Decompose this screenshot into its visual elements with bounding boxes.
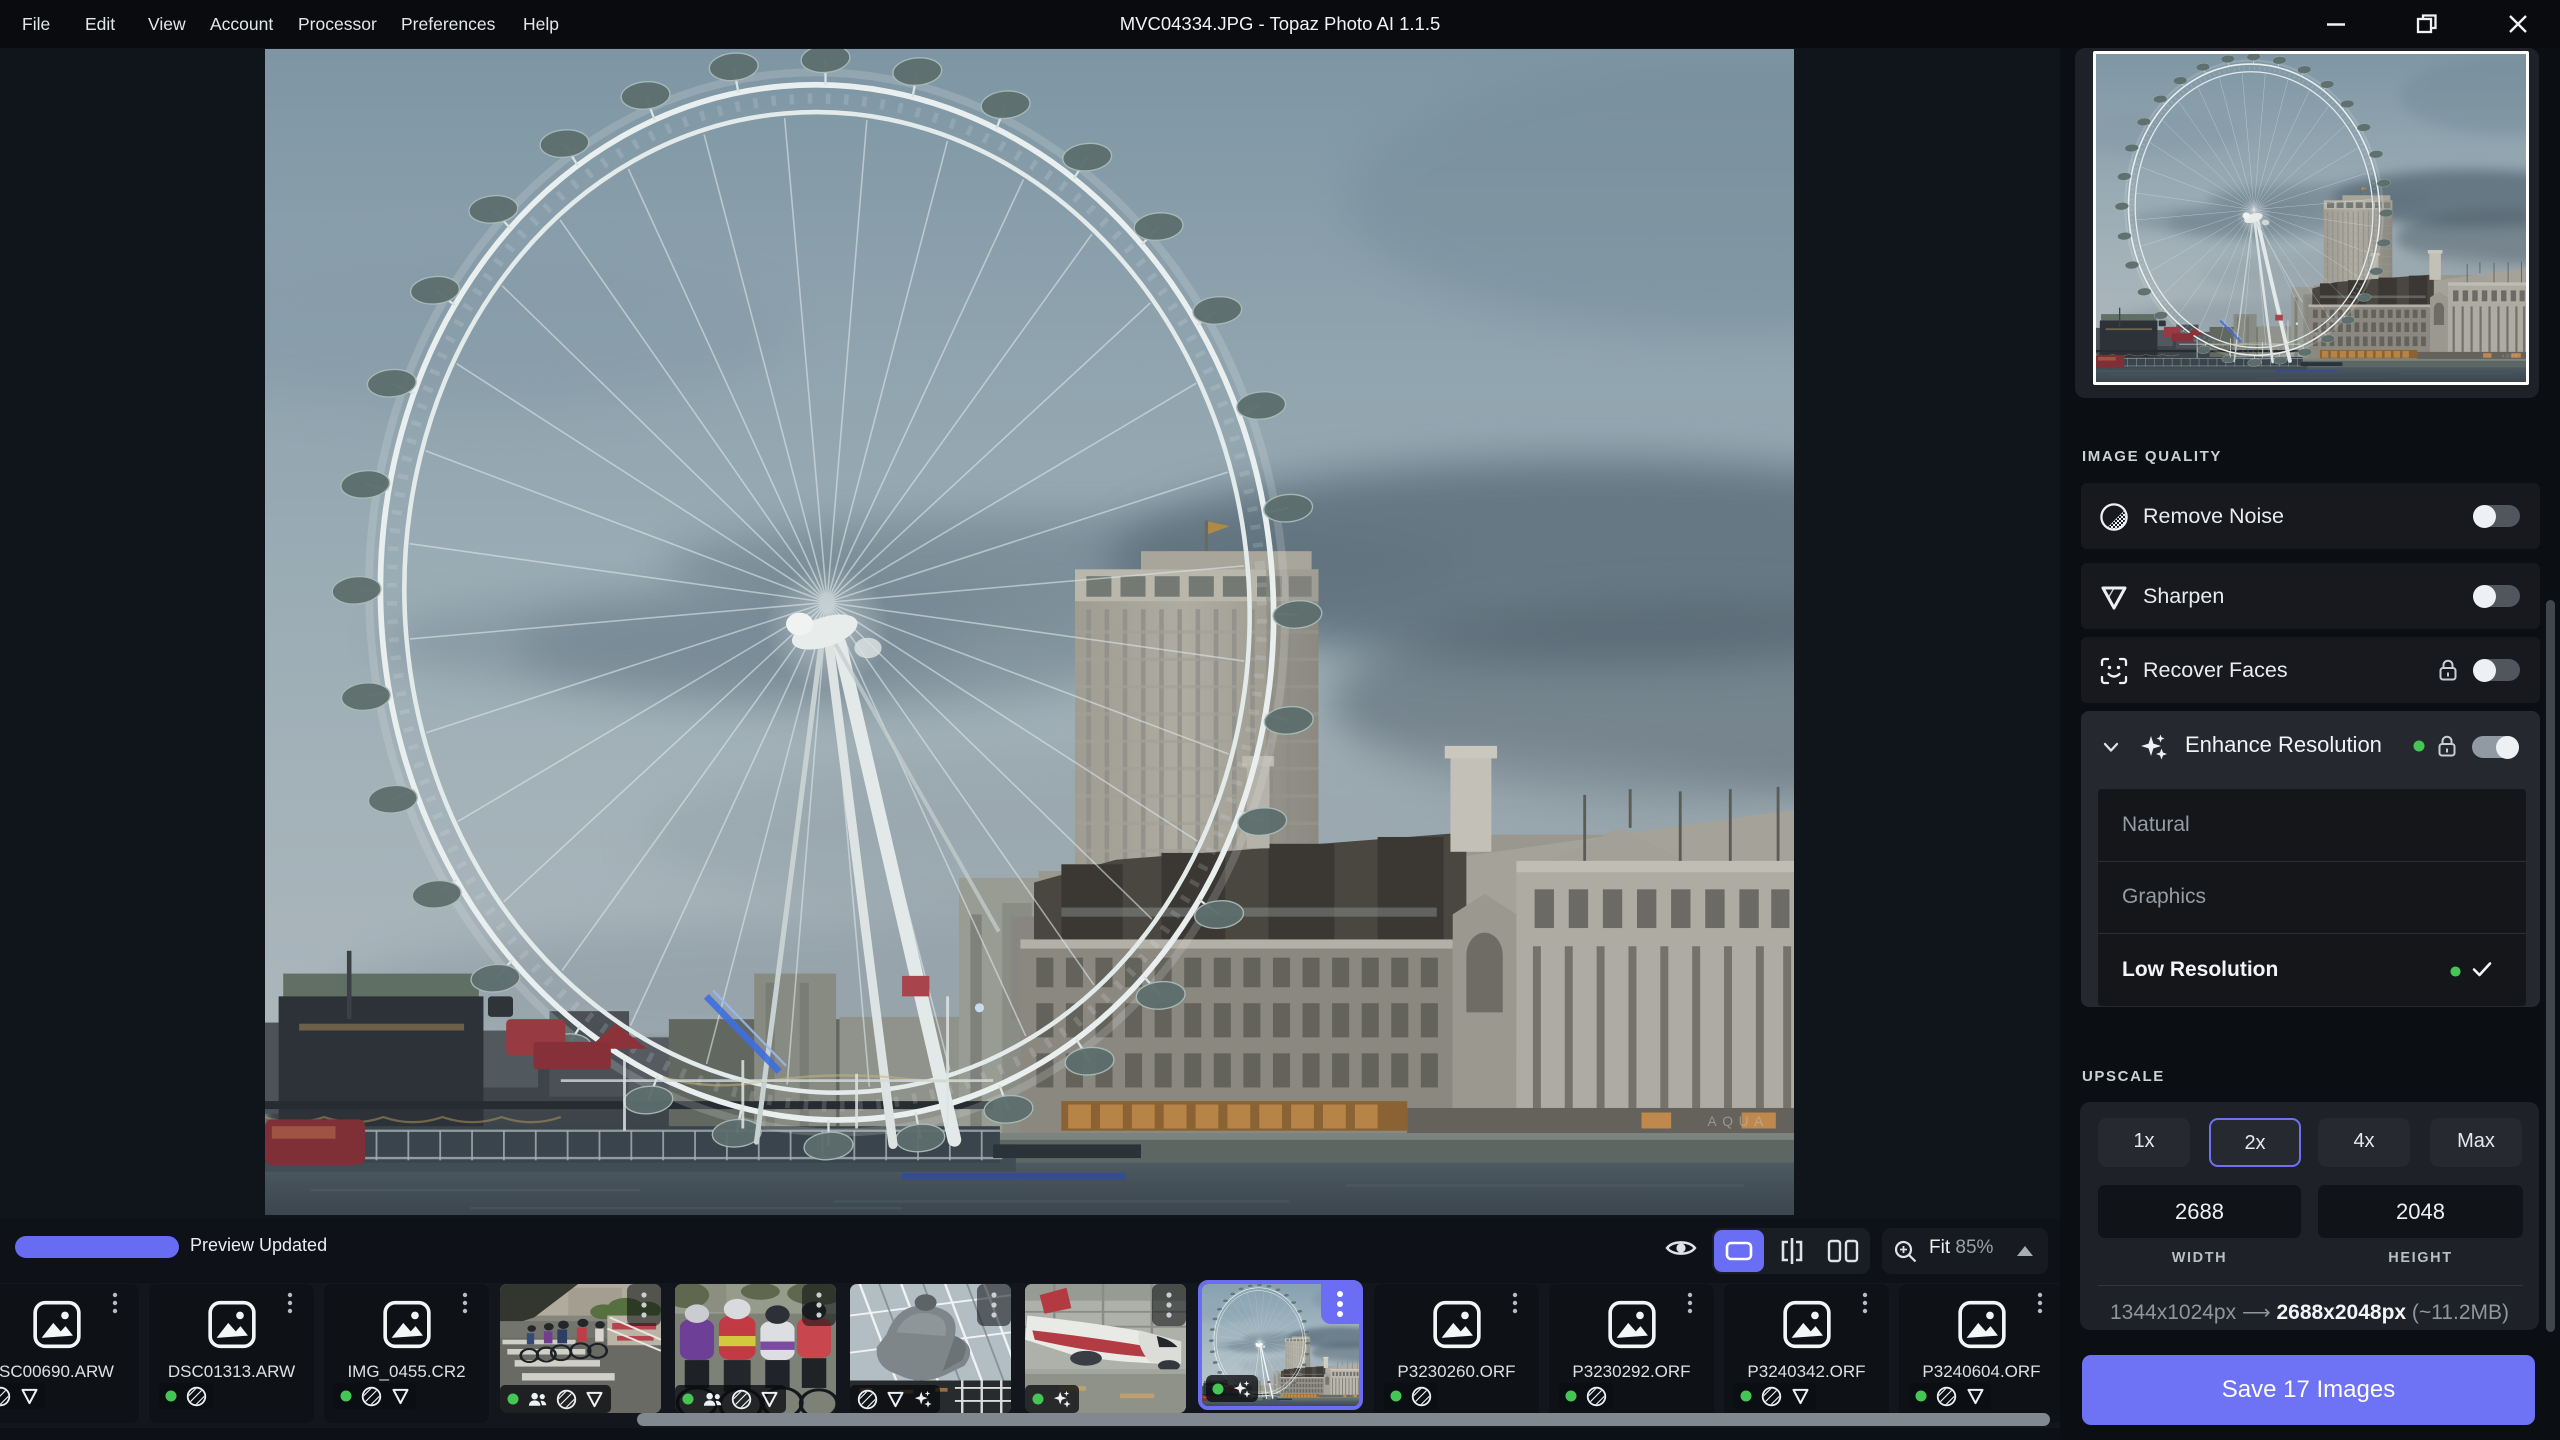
svg-text:AQUA: AQUA (2502, 354, 2519, 358)
svg-text:AQUA: AQUA (1708, 1114, 1769, 1129)
